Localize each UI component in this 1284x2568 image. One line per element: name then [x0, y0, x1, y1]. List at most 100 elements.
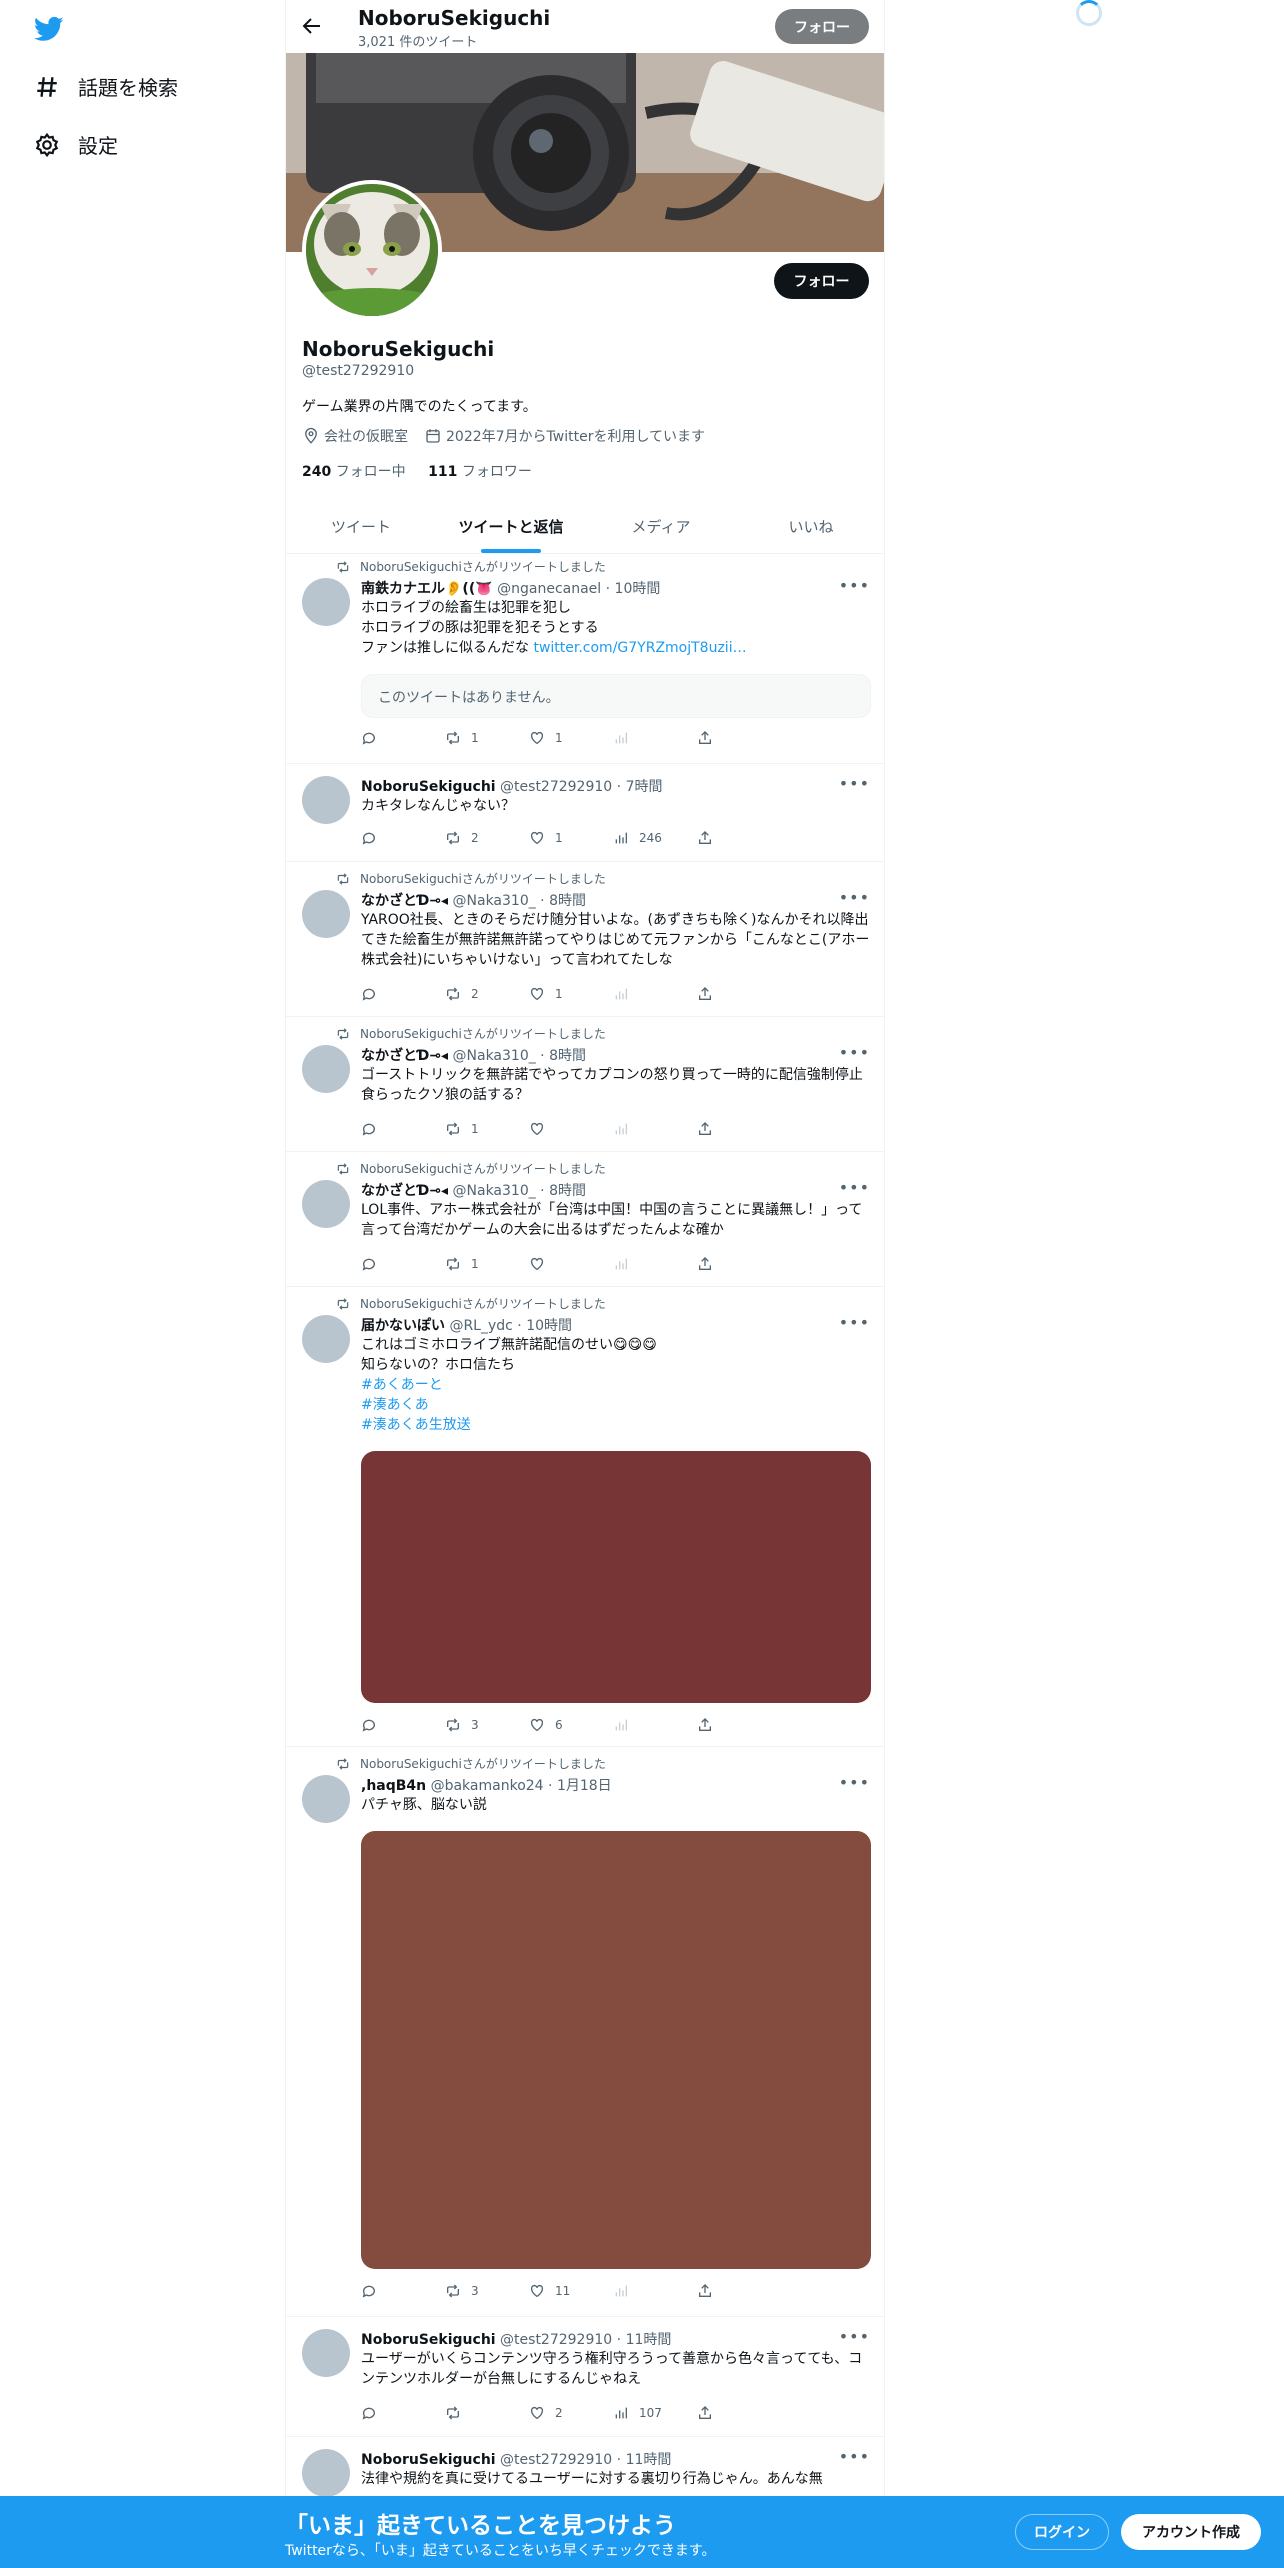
reply-button[interactable] — [361, 2405, 445, 2421]
like-button[interactable]: 1 — [529, 730, 613, 746]
share-button[interactable] — [697, 1121, 781, 1137]
avatar[interactable] — [302, 1180, 350, 1228]
like-button[interactable]: 1 — [529, 830, 613, 846]
profile-avatar[interactable] — [302, 180, 442, 320]
share-button[interactable] — [697, 1717, 781, 1733]
tweet-item[interactable]: NoboruSekiguchiさんがリツイートしました なかざとƊ⊸◂ @Nak… — [286, 1152, 884, 1287]
nav-explore[interactable]: 話題を検索 — [34, 72, 178, 101]
views-button[interactable] — [613, 1256, 697, 1272]
followers-link[interactable]: 111 フォロワー — [428, 464, 532, 480]
reply-button[interactable] — [361, 830, 445, 846]
author-name[interactable]: NoboruSekiguchi — [361, 779, 496, 795]
author-name[interactable]: NoboruSekiguchi — [361, 2332, 496, 2348]
retweet-button[interactable]: 3 — [445, 2283, 529, 2299]
tweet-link[interactable]: twitter.com/G7YRZmojT8uzii… — [533, 640, 746, 656]
reply-button[interactable] — [361, 730, 445, 746]
views-button[interactable] — [613, 986, 697, 1002]
views-button[interactable] — [613, 2283, 697, 2299]
more-options-icon[interactable]: ••• — [839, 1313, 870, 1332]
avatar[interactable] — [302, 2449, 350, 2497]
tweet-media[interactable] — [361, 1451, 871, 1703]
tab-media[interactable]: メディア — [586, 500, 736, 553]
tab-tweets-and-replies[interactable]: ツイートと返信 — [436, 500, 586, 553]
tweet-item[interactable]: NoboruSekiguchiさんがリツイートしました なかざとƊ⊸◂ @Nak… — [286, 862, 884, 1017]
avatar[interactable] — [302, 890, 350, 938]
tweet-time[interactable]: 11時間 — [626, 2332, 672, 2348]
avatar[interactable] — [302, 1775, 350, 1823]
more-options-icon[interactable]: ••• — [839, 1773, 870, 1792]
share-button[interactable] — [697, 730, 781, 746]
retweet-button[interactable]: 3 — [445, 1717, 529, 1733]
views-button[interactable] — [613, 730, 697, 746]
tweet-item[interactable]: NoboruSekiguchiさんがリツイートしました 届かないぽい @RL_y… — [286, 1287, 884, 1747]
signup-button[interactable]: アカウント作成 — [1121, 2514, 1261, 2550]
views-button[interactable]: 246 — [613, 830, 697, 846]
tweet-time[interactable]: 8時間 — [549, 1048, 586, 1064]
tweet-time[interactable]: 10時間 — [526, 1318, 572, 1334]
author-name[interactable]: NoboruSekiguchi — [361, 2452, 496, 2468]
author-name[interactable]: なかざとƊ⊸◂ — [361, 893, 448, 909]
share-button[interactable] — [697, 830, 781, 846]
hashtag-link[interactable]: #湊あくあ生放送 — [361, 1415, 871, 1435]
author-name[interactable]: 届かないぽい — [361, 1318, 445, 1334]
retweet-button[interactable]: 1 — [445, 1121, 529, 1137]
author-name[interactable]: なかざとƊ⊸◂ — [361, 1183, 448, 1199]
views-button[interactable] — [613, 1717, 697, 1733]
tweet-item[interactable]: NoboruSekiguchi @test27292910 · 7時間 ••• … — [286, 764, 884, 862]
retweet-button[interactable]: 2 — [445, 830, 529, 846]
more-options-icon[interactable]: ••• — [839, 576, 870, 595]
hashtag-link[interactable]: #湊あくあ — [361, 1395, 871, 1415]
tweet-item[interactable]: NoboruSekiguchiさんがリツイートしました 南鉄カナエル👂((👅 @… — [286, 554, 884, 764]
tweet-item[interactable]: NoboruSekiguchiさんがリツイートしました ,haqB4n @bak… — [286, 1747, 884, 2317]
more-options-icon[interactable]: ••• — [839, 2327, 870, 2346]
retweet-button[interactable]: 2 — [445, 986, 529, 1002]
tweet-time[interactable]: 8時間 — [549, 1183, 586, 1199]
reply-button[interactable] — [361, 1121, 445, 1137]
share-button[interactable] — [697, 2283, 781, 2299]
reply-button[interactable] — [361, 986, 445, 1002]
tab-likes[interactable]: いいね — [736, 500, 884, 553]
tweet-time[interactable]: 7時間 — [626, 779, 663, 795]
share-button[interactable] — [697, 986, 781, 1002]
views-button[interactable]: 107 — [613, 2405, 697, 2421]
tweet-time[interactable]: 1月18日 — [557, 1778, 612, 1794]
avatar[interactable] — [302, 1045, 350, 1093]
login-button[interactable]: ログイン — [1015, 2514, 1109, 2550]
more-options-icon[interactable]: ••• — [839, 888, 870, 907]
like-button[interactable]: 6 — [529, 1717, 613, 1733]
reply-button[interactable] — [361, 1717, 445, 1733]
reply-button[interactable] — [361, 1256, 445, 1272]
header-follow-button[interactable]: フォロー — [775, 9, 869, 44]
more-options-icon[interactable]: ••• — [839, 1178, 870, 1197]
more-options-icon[interactable]: ••• — [839, 2447, 870, 2466]
retweet-button[interactable]: 1 — [445, 1256, 529, 1272]
tweet-time[interactable]: 11時間 — [626, 2452, 672, 2468]
views-button[interactable] — [613, 1121, 697, 1137]
tweet-time[interactable]: 8時間 — [549, 893, 586, 909]
reply-button[interactable] — [361, 2283, 445, 2299]
share-button[interactable] — [697, 1256, 781, 1272]
author-name[interactable]: 南鉄カナエル👂((👅 — [361, 581, 493, 597]
tweet-time[interactable]: 10時間 — [615, 581, 661, 597]
share-button[interactable] — [697, 2405, 781, 2421]
author-name[interactable]: なかざとƊ⊸◂ — [361, 1048, 448, 1064]
avatar[interactable] — [302, 2329, 350, 2377]
like-button[interactable]: 1 — [529, 986, 613, 1002]
tweet-item[interactable]: NoboruSekiguchi @test27292910 · 11時間 •••… — [286, 2317, 884, 2437]
more-options-icon[interactable]: ••• — [839, 1043, 870, 1062]
avatar[interactable] — [302, 578, 350, 626]
tweet-media[interactable] — [361, 1831, 871, 2269]
tab-tweets[interactable]: ツイート — [286, 500, 436, 553]
following-link[interactable]: 240 フォロー中 — [302, 464, 406, 480]
retweet-button[interactable]: 1 — [445, 730, 529, 746]
avatar[interactable] — [302, 1315, 350, 1363]
nav-settings[interactable]: 設定 — [34, 130, 118, 159]
retweet-button[interactable] — [445, 2405, 529, 2421]
tweet-item[interactable]: NoboruSekiguchiさんがリツイートしました なかざとƊ⊸◂ @Nak… — [286, 1017, 884, 1152]
like-button[interactable] — [529, 1256, 613, 1272]
like-button[interactable]: 11 — [529, 2283, 613, 2299]
back-arrow-icon[interactable] — [300, 14, 324, 38]
like-button[interactable] — [529, 1121, 613, 1137]
like-button[interactable]: 2 — [529, 2405, 613, 2421]
twitter-logo-icon[interactable] — [32, 14, 66, 44]
